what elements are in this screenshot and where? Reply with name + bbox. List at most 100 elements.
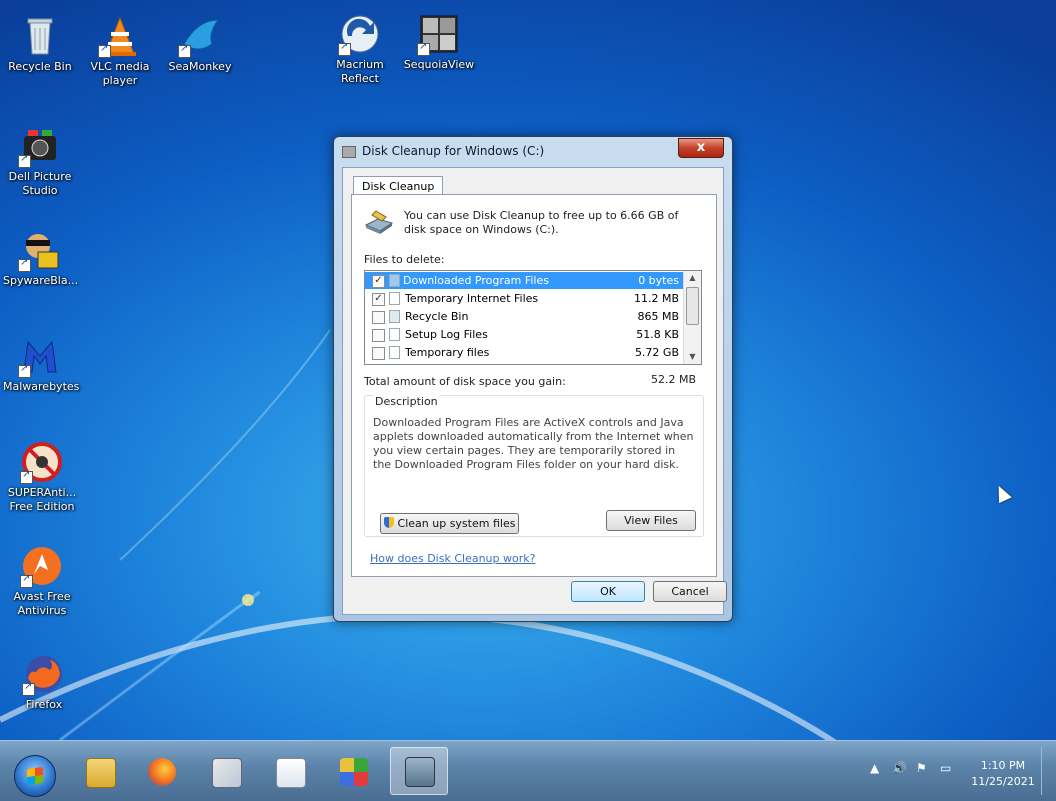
disk-cleanup-drive-icon bbox=[364, 209, 394, 235]
shortcut-arrow-icon bbox=[98, 43, 111, 58]
list-item[interactable]: ✓ Downloaded Program Files 0 bytes bbox=[365, 272, 683, 289]
desktop-icon-label: SequoiaView bbox=[403, 58, 475, 71]
desktop-icon-label: VLC media player bbox=[90, 60, 150, 87]
file-icon bbox=[389, 328, 400, 341]
network-icon[interactable]: ▭ bbox=[940, 761, 951, 775]
close-button[interactable]: x bbox=[678, 138, 724, 158]
malwarebytes-icon bbox=[18, 334, 62, 378]
clock-time: 1:10 PM bbox=[980, 759, 1026, 772]
desktop-icon-label: Recycle Bin bbox=[8, 60, 72, 73]
desktop-icon-avast[interactable]: Avast Free Antivirus bbox=[5, 544, 79, 618]
checkbox[interactable] bbox=[372, 311, 385, 324]
desktop-icon-label: SUPERAnti... Free Edition bbox=[7, 486, 77, 513]
disk-cleanup-icon bbox=[405, 757, 435, 787]
taskbar-explorer[interactable] bbox=[74, 753, 124, 791]
list-scrollbar[interactable]: ▲ ▼ bbox=[683, 271, 701, 364]
clock[interactable]: 1:10 PM 11/25/2021 bbox=[968, 758, 1038, 790]
description-text: Downloaded Program Files are ActiveX con… bbox=[373, 416, 694, 471]
desktop-icon-macrium[interactable]: Macrium Reflect bbox=[323, 12, 397, 86]
list-item[interactable]: ✓ Temporary Internet Files 11.2 MB bbox=[365, 290, 683, 307]
checkbox[interactable] bbox=[372, 329, 385, 342]
shortcut-arrow-icon bbox=[20, 573, 33, 588]
scroll-down-icon[interactable]: ▼ bbox=[684, 350, 701, 364]
explorer-icon bbox=[86, 758, 116, 788]
photo-icon bbox=[276, 758, 306, 788]
help-link[interactable]: How does Disk Cleanup work? bbox=[370, 552, 535, 565]
recycle-bin-icon bbox=[18, 14, 62, 58]
intro-text: You can use Disk Cleanup to free up to 6… bbox=[404, 209, 679, 236]
recycle-bin-icon bbox=[389, 310, 400, 323]
scroll-up-icon[interactable]: ▲ bbox=[684, 271, 701, 285]
scroll-thumb[interactable] bbox=[686, 287, 699, 325]
clean-up-system-files-label: Clean up system files bbox=[397, 517, 516, 530]
shortcut-arrow-icon bbox=[22, 681, 35, 696]
taskbar: ▲ 🔊 ⚑ ▭ bbox=[0, 740, 1056, 801]
list-item[interactable]: Setup Log Files 51.8 KB bbox=[365, 326, 683, 343]
shortcut-arrow-icon bbox=[18, 363, 31, 378]
total-space-value: 52.2 MB bbox=[650, 373, 696, 386]
desktop-icon-label: Macrium Reflect bbox=[336, 58, 384, 85]
view-files-button[interactable]: View Files bbox=[606, 510, 696, 531]
list-item[interactable]: Temporary files 5.72 GB bbox=[365, 344, 683, 361]
taskbar-paint[interactable] bbox=[200, 753, 250, 791]
desktop-icon-malwarebytes[interactable]: Malwarebytes bbox=[3, 334, 80, 394]
action-center-flag-icon[interactable]: ⚑ bbox=[916, 761, 927, 775]
desktop-icon-label: Dell Picture Studio bbox=[8, 170, 72, 197]
shortcut-arrow-icon bbox=[18, 257, 31, 272]
desktop-icon-spywareblaster[interactable]: SpywareBla... bbox=[3, 228, 79, 288]
shortcut-arrow-icon bbox=[338, 41, 351, 56]
desktop-icon-vlc[interactable]: VLC media player bbox=[83, 14, 157, 88]
file-category-name: Temporary Internet Files bbox=[405, 292, 539, 305]
vlc-icon bbox=[98, 14, 142, 58]
mouse-cursor-icon bbox=[992, 482, 1012, 504]
checkbox[interactable]: ✓ bbox=[372, 275, 385, 288]
list-item[interactable]: Recycle Bin 865 MB bbox=[365, 308, 683, 325]
show-hidden-icons-icon[interactable]: ▲ bbox=[870, 761, 879, 775]
taskbar-firefox[interactable] bbox=[136, 753, 186, 791]
taskbar-disk-cleanup[interactable] bbox=[390, 747, 448, 795]
spywareblaster-icon bbox=[18, 228, 62, 272]
macrium-icon bbox=[338, 12, 382, 56]
desktop-icon-firefox[interactable]: Firefox bbox=[7, 652, 81, 712]
disk-cleanup-dialog: Disk Cleanup for Windows (C:) x Disk Cle… bbox=[333, 136, 733, 622]
checkbox[interactable]: ✓ bbox=[372, 293, 385, 306]
sequoiaview-icon bbox=[417, 12, 461, 56]
clock-date: 11/25/2021 bbox=[971, 775, 1035, 788]
file-category-name: Recycle Bin bbox=[405, 310, 469, 323]
files-to-delete-list[interactable]: ✓ Downloaded Program Files 0 bytes ✓ Tem… bbox=[364, 270, 702, 365]
tab-pane: You can use Disk Cleanup to free up to 6… bbox=[351, 194, 717, 577]
files-to-delete-label: Files to delete: bbox=[364, 253, 445, 266]
start-orb[interactable] bbox=[14, 755, 56, 797]
file-icon bbox=[389, 346, 400, 359]
firefox-icon bbox=[22, 652, 66, 696]
file-category-size: 5.72 GB bbox=[634, 346, 679, 359]
desktop-icon-label: Avast Free Antivirus bbox=[13, 590, 71, 617]
desktop-icon-label: Malwarebytes bbox=[3, 380, 80, 393]
volume-icon[interactable]: 🔊 bbox=[892, 761, 907, 775]
dell-picture-studio-icon bbox=[18, 124, 62, 168]
shortcut-arrow-icon bbox=[20, 469, 33, 484]
clean-up-system-files-button[interactable]: Clean up system files bbox=[380, 513, 519, 534]
cancel-button[interactable]: Cancel bbox=[653, 581, 727, 602]
file-category-size: 11.2 MB bbox=[633, 292, 679, 305]
dialog-titlebar[interactable]: Disk Cleanup for Windows (C:) x bbox=[334, 137, 732, 165]
desktop-icon-seamonkey[interactable]: SeaMonkey bbox=[163, 14, 237, 74]
desktop-icon-sequoiaview[interactable]: SequoiaView bbox=[402, 12, 476, 72]
ok-button[interactable]: OK bbox=[571, 581, 645, 602]
paint-icon bbox=[212, 758, 242, 788]
shortcut-arrow-icon bbox=[18, 153, 31, 168]
file-category-size: 0 bytes bbox=[638, 274, 679, 287]
desktop-icon-recycle-bin[interactable]: Recycle Bin bbox=[3, 14, 77, 74]
desktop-icon-label: SeaMonkey bbox=[168, 60, 232, 73]
file-category-name: Setup Log Files bbox=[405, 328, 488, 341]
folder-icon bbox=[389, 274, 400, 287]
desktop-icon-superantispyware[interactable]: SUPERAnti... Free Edition bbox=[5, 440, 79, 514]
desktop-icon-dell-picture-studio[interactable]: Dell Picture Studio bbox=[3, 124, 77, 198]
taskbar-control-panel[interactable] bbox=[328, 753, 378, 791]
taskbar-photo-viewer[interactable] bbox=[264, 753, 314, 791]
lock-file-icon bbox=[389, 292, 400, 305]
checkbox[interactable] bbox=[372, 347, 385, 360]
desktop-icon-label: SpywareBla... bbox=[3, 274, 79, 287]
desktop-icon-label: Firefox bbox=[25, 698, 63, 711]
show-desktop-button[interactable] bbox=[1041, 747, 1052, 795]
